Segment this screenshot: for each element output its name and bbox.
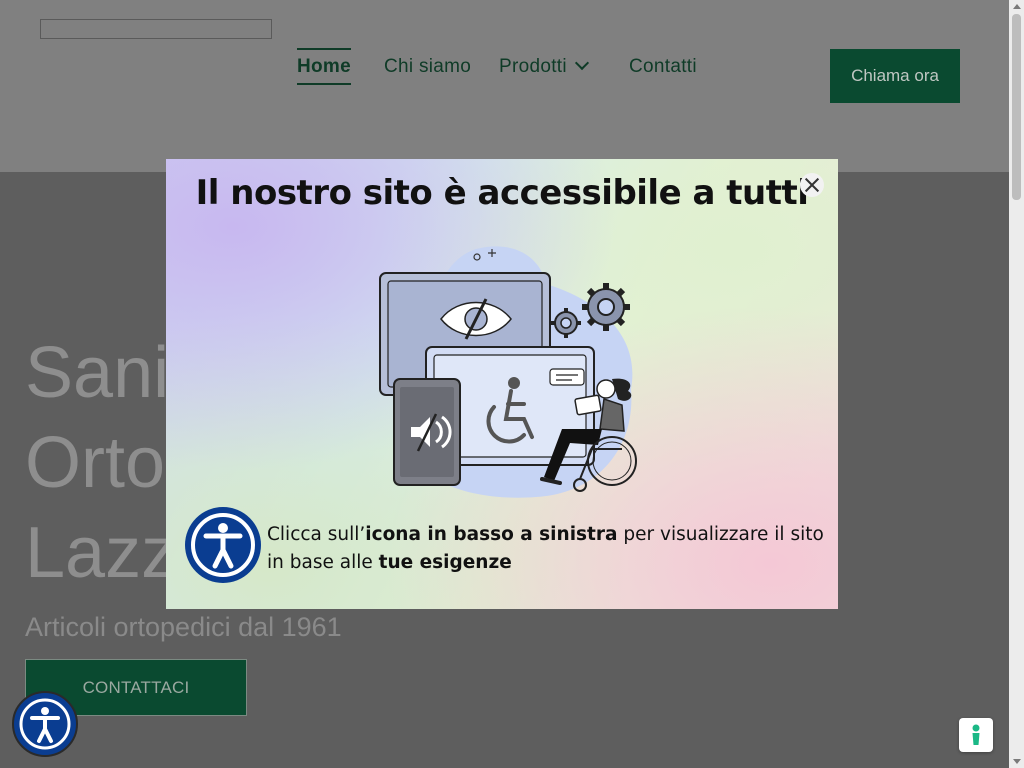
nav-item-prodotti[interactable]: Prodotti [499,48,589,85]
hero-subtitle: Articoli ortopedici dal 1961 [25,612,342,642]
scroll-thumb[interactable] [1012,14,1021,200]
scroll-down-arrow-icon[interactable] [1013,759,1021,764]
site-logo[interactable] [40,19,272,39]
accessibility-icon [185,507,261,583]
chevron-down-icon [574,55,589,71]
popup-text-bold: icona in basso a sinistra [365,524,618,545]
nav-item-label: Prodotti [499,56,567,77]
popup-text: Clicca sull’ [267,524,366,545]
nav-item-home[interactable]: Home [297,48,351,85]
popup-title: Il nostro sito è accessibile a tutti [195,173,809,213]
site-header: Home Chi siamo Prodotti Contatti Chiama … [0,0,1009,172]
nav-item-label: Chi siamo [384,56,472,77]
accessibility-icon[interactable] [12,691,78,757]
call-now-button[interactable]: Chiama ora [830,49,960,103]
popup-message: Clicca sull’icona in basso a sinistra pe… [267,521,827,577]
nav-item-label: Contatti [629,56,697,77]
close-icon[interactable] [800,173,824,197]
accessibility-illustration [379,246,637,498]
popup-text-bold: tue esigenze [378,552,512,573]
scroll-up-arrow-icon[interactable] [1013,4,1021,9]
nav-item-label: Home [297,56,351,77]
nav-item-contatti[interactable]: Contatti [629,48,697,85]
accessibility-popup: Il nostro sito è accessibile a tutti Cli… [166,159,838,609]
cookie-preferences-button[interactable] [959,718,993,752]
page-scrollbar[interactable] [1009,0,1024,768]
cookie-icon [972,724,980,745]
nav-item-chi-siamo[interactable]: Chi siamo [384,48,471,85]
